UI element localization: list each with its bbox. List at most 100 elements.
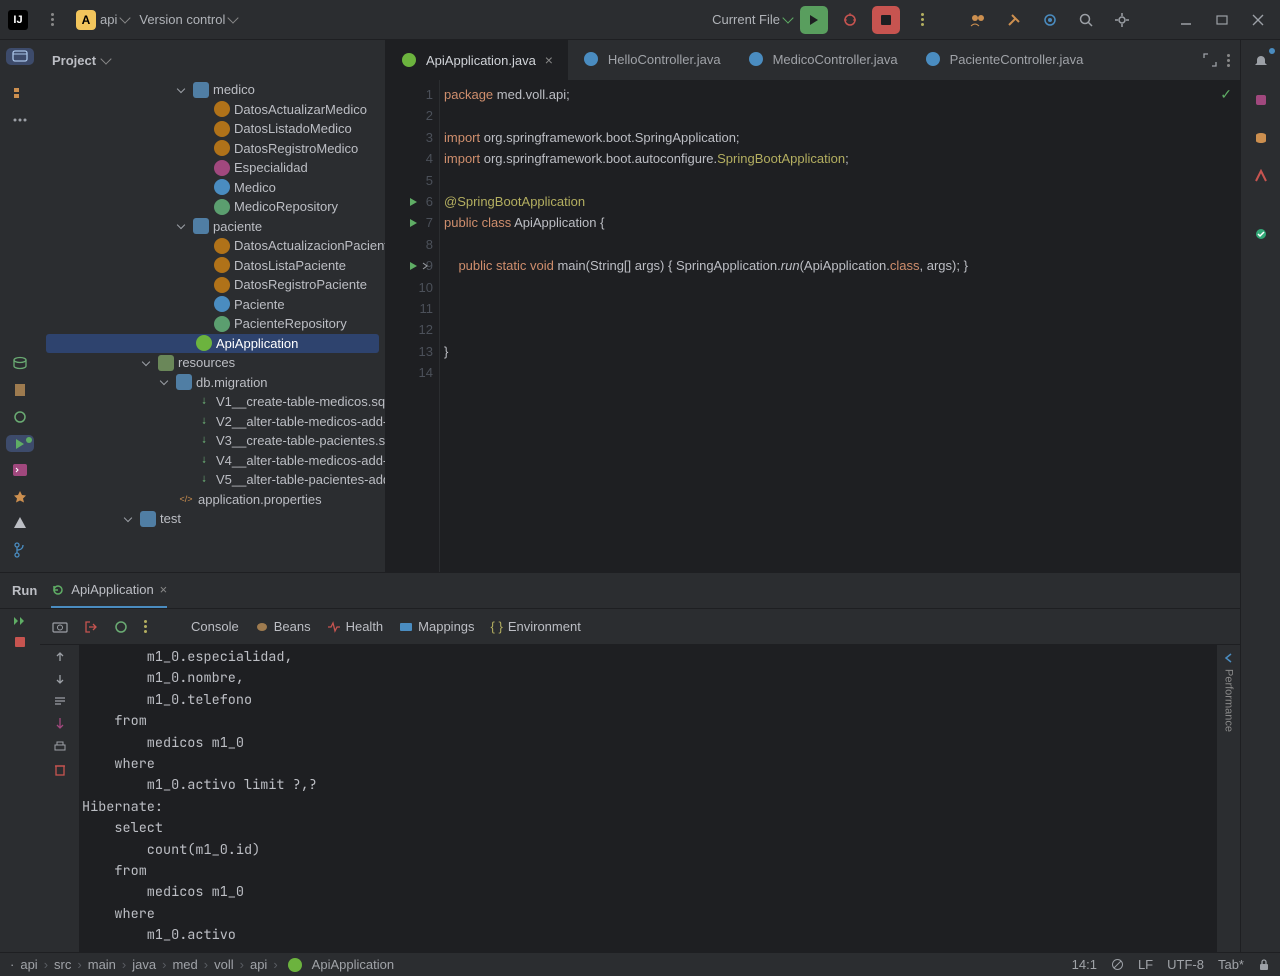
tree-item[interactable]: DatosActualizarMedico [40,100,385,120]
settings-icon[interactable] [1108,6,1136,34]
up-icon[interactable] [54,651,66,663]
debug-button[interactable] [836,6,864,34]
database-icon[interactable] [1247,124,1275,152]
tree-item[interactable]: paciente [40,217,385,237]
services-icon[interactable] [6,489,34,506]
tree-item[interactable]: ApiApplication [46,334,379,354]
tree-item[interactable]: DatosListaPaciente [40,256,385,276]
line-separator[interactable]: LF [1138,957,1153,972]
indent-setting[interactable]: Tab* [1218,957,1244,972]
breadcrumb-item[interactable]: java [132,957,156,972]
maximize-icon[interactable] [1208,6,1236,34]
more-tools-icon[interactable] [6,111,34,128]
tabs-more-icon[interactable] [1227,54,1230,67]
db-icon[interactable] [6,356,34,373]
git-icon[interactable] [6,542,34,559]
tab-environment[interactable]: { }Environment [491,619,581,634]
rerun-icon[interactable] [13,615,27,627]
breadcrumb-item[interactable]: ApiApplication [312,957,394,972]
tree-item[interactable]: Paciente [40,295,385,315]
tree-item[interactable]: DatosListadoMedico [40,119,385,139]
exit-icon[interactable] [84,620,98,634]
tree-item[interactable]: ⭣V3__create-table-pacientes.sql [40,431,385,451]
performance-tab[interactable]: Performance [1216,645,1240,952]
tree-item[interactable]: DatosActualizacionPaciente [40,236,385,256]
bookmarks-icon[interactable] [6,382,34,399]
structure-icon[interactable] [6,85,34,102]
run-gutter-icon[interactable] [410,198,417,206]
project-tool-icon[interactable] [6,48,34,65]
ai-icon[interactable] [1036,6,1064,34]
lock-icon[interactable] [1258,958,1270,971]
minimize-icon[interactable] [1172,6,1200,34]
tree-item[interactable]: MedicoRepository [40,197,385,217]
code-with-me-icon[interactable] [964,6,992,34]
search-icon[interactable] [1072,6,1100,34]
stop-button[interactable] [872,6,900,34]
breadcrumbs[interactable]: api›src›main›java›med›voll›api›ApiApplic… [20,957,394,972]
editor-tab[interactable]: PacienteController.java [910,40,1096,80]
main-menu-icon[interactable] [38,6,66,34]
tree-item[interactable]: medico [40,80,385,100]
tree-item[interactable]: ⭣V5__alter-table-pacientes-add-activo.sq… [40,470,385,490]
run-tool-icon[interactable] [6,435,34,452]
project-panel-header[interactable]: Project [40,40,385,80]
run-tab-app[interactable]: ApiApplication × [51,573,167,608]
clear-icon[interactable] [54,763,66,777]
toolbar-more-icon[interactable] [144,620,147,633]
run-config-dropdown[interactable]: Current File [712,12,792,27]
run-more-icon[interactable] [908,6,936,34]
tree-item[interactable]: </>application.properties [40,490,385,510]
project-tree[interactable]: medicoDatosActualizarMedicoDatosListadoM… [40,80,385,572]
close-icon[interactable] [1244,6,1272,34]
actuator-icon[interactable] [114,620,128,634]
run-button[interactable] [800,6,828,34]
build-icon[interactable] [6,409,34,426]
problems-icon[interactable] [6,515,34,532]
tab-mappings[interactable]: Mappings [399,619,474,634]
run-gutter-icon[interactable] [410,262,417,270]
editor-tab[interactable]: MedicoController.java [733,40,910,80]
file-encoding[interactable]: UTF-8 [1167,957,1204,972]
tab-console[interactable]: Console [191,619,239,634]
readonly-icon[interactable] [1111,958,1124,971]
maven-icon[interactable] [1247,162,1275,190]
stop-icon[interactable] [15,637,25,647]
terminal-icon[interactable] [6,462,34,479]
close-icon[interactable]: × [160,582,168,597]
tab-beans[interactable]: Beans [255,619,311,634]
expand-icon[interactable] [1203,53,1217,67]
breadcrumb-item[interactable]: src [54,957,71,972]
tree-item[interactable]: DatosRegistroPaciente [40,275,385,295]
editor-tab[interactable]: HelloController.java [568,40,733,80]
camera-icon[interactable] [52,620,68,633]
tree-item[interactable]: ⭣V4__alter-table-medicos-add-activo.sql [40,451,385,471]
tab-health[interactable]: Health [327,619,384,634]
tree-item[interactable]: test [40,509,385,529]
tree-item[interactable]: DatosRegistroMedico [40,139,385,159]
notifications-icon[interactable] [1247,48,1275,76]
code-editor[interactable]: 1234567891011121314 package med.voll.api… [386,80,1240,572]
tree-item[interactable]: ⭣V1__create-table-medicos.sql [40,392,385,412]
tools-icon[interactable] [1000,6,1028,34]
coverage-icon[interactable] [1247,220,1275,248]
softwrap-icon[interactable] [53,695,67,707]
project-dropdown[interactable]: A api [76,10,129,30]
tree-item[interactable]: Especialidad [40,158,385,178]
close-icon[interactable]: × [542,53,556,67]
breadcrumb-item[interactable]: voll [214,957,234,972]
print-icon[interactable] [53,741,67,753]
breadcrumb-item[interactable]: main [88,957,116,972]
console-output[interactable]: m1_0.especialidad, m1_0.nombre, m1_0.tel… [80,645,1216,952]
breadcrumb-item[interactable]: med [172,957,197,972]
tree-item[interactable]: db.migration [40,373,385,393]
scroll-icon[interactable] [54,717,66,731]
down-icon[interactable] [54,673,66,685]
ai-assistant-icon[interactable] [1247,86,1275,114]
run-gutter-icon[interactable] [410,219,417,227]
editor-tab[interactable]: ApiApplication.java× [386,40,568,80]
breadcrumb-item[interactable]: api [250,957,267,972]
caret-position[interactable]: 14:1 [1072,957,1097,972]
tree-item[interactable]: Medico [40,178,385,198]
breadcrumb-item[interactable]: api [20,957,37,972]
